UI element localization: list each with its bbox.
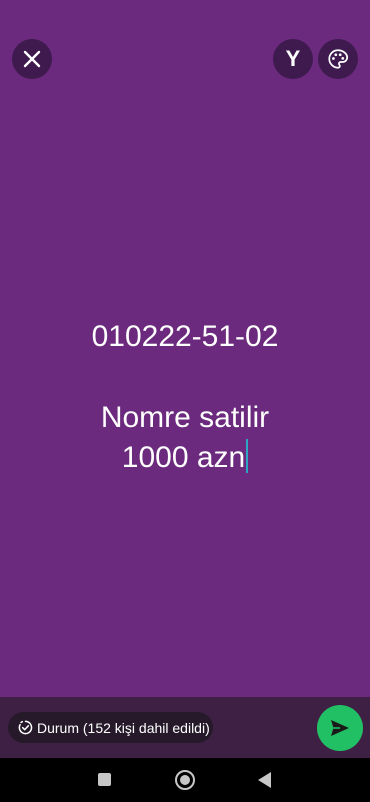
status-compose-screen: Y 010222-51-02 Nomre satilir 1000 azn Du… [0, 0, 370, 802]
text-cursor [246, 439, 249, 473]
audience-chip[interactable]: Durum (152 kişi dahil edildi) [8, 712, 213, 743]
close-icon [23, 50, 41, 68]
status-ring-icon [18, 720, 33, 735]
status-text-line[interactable]: 010222-51-02 [0, 317, 370, 357]
audience-label: Durum (152 kişi dahil edildi) [37, 719, 210, 736]
home-icon[interactable] [175, 770, 195, 790]
color-palette-button[interactable] [318, 39, 358, 79]
home-dot [180, 775, 190, 785]
close-button[interactable] [12, 39, 52, 79]
font-style-button[interactable]: Y [273, 39, 313, 79]
status-text-line[interactable]: Nomre satilir [0, 398, 370, 438]
send-button[interactable] [317, 705, 363, 751]
status-text-line-with-cursor[interactable]: 1000 azn [0, 438, 370, 478]
status-text-value: 1000 azn [121, 441, 246, 474]
back-icon[interactable] [258, 772, 271, 788]
send-icon [331, 720, 349, 736]
recents-icon[interactable] [98, 773, 111, 786]
palette-icon [328, 49, 349, 69]
font-style-label: Y [285, 46, 301, 71]
